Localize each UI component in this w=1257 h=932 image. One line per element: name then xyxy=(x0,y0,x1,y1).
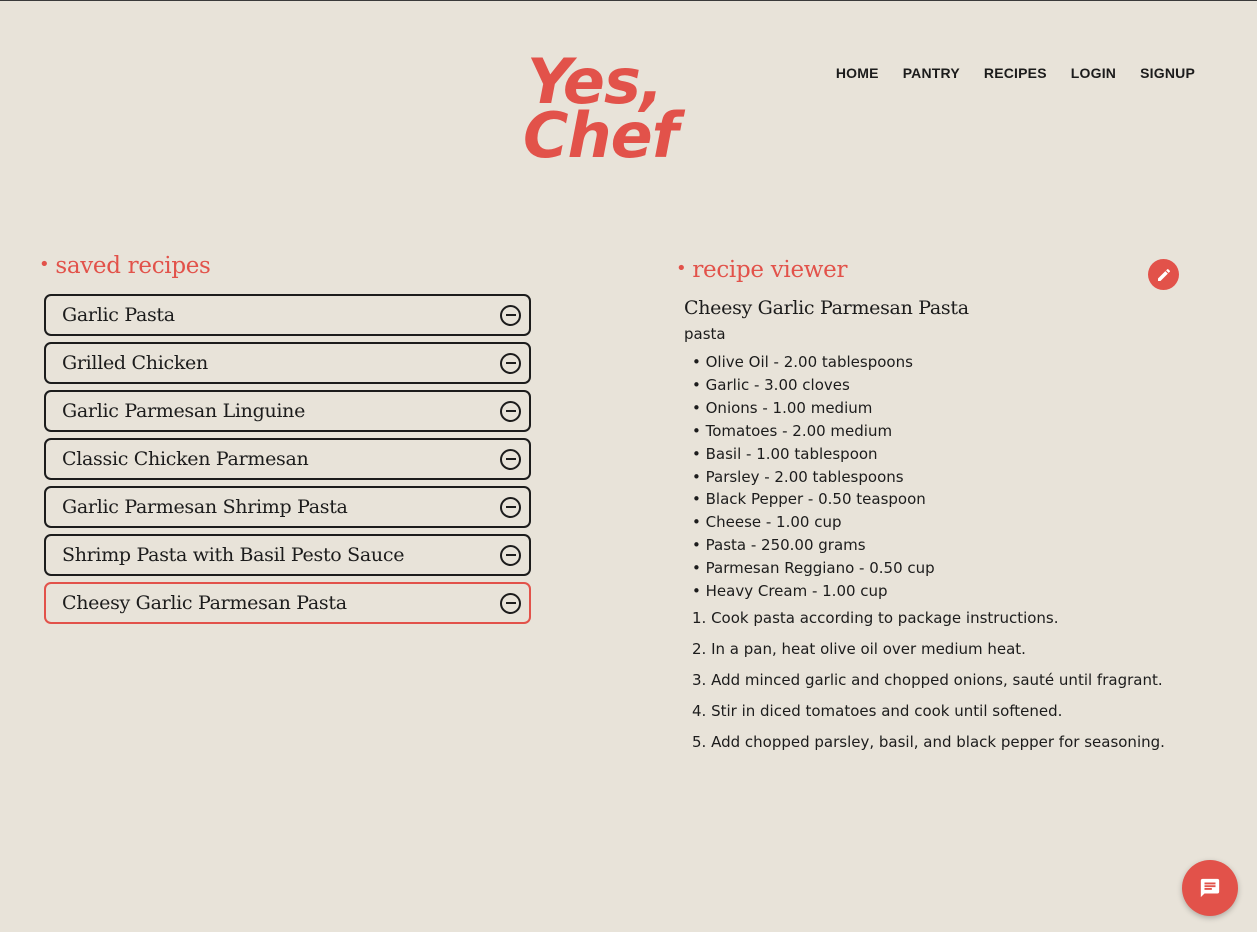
minus-circle-icon[interactable] xyxy=(500,544,521,566)
recipe-viewer-title: recipe viewer xyxy=(692,257,848,283)
saved-recipe-item[interactable]: Garlic Pasta xyxy=(44,294,531,336)
ingredient-item: Pasta - 250.00 grams xyxy=(692,534,1184,557)
step-item: 2. In a pan, heat olive oil over medium … xyxy=(692,639,1026,658)
saved-recipe-name: Garlic Pasta xyxy=(62,304,175,326)
ingredient-item: Parmesan Reggiano - 0.50 cup xyxy=(692,557,1184,580)
ingredient-item: Olive Oil - 2.00 tablespoons xyxy=(692,351,1184,374)
saved-recipe-item[interactable]: Garlic Parmesan Linguine xyxy=(44,390,531,432)
saved-recipe-name: Grilled Chicken xyxy=(62,352,208,374)
saved-recipe-name: Classic Chicken Parmesan xyxy=(62,448,309,470)
bullet: • xyxy=(39,254,50,275)
saved-recipe-item[interactable]: Garlic Parmesan Shrimp Pasta xyxy=(44,486,531,528)
saved-recipe-item[interactable]: Grilled Chicken xyxy=(44,342,531,384)
saved-recipe-item[interactable]: Shrimp Pasta with Basil Pesto Sauce xyxy=(44,534,531,576)
ingredient-item: Basil - 1.00 tablespoon xyxy=(692,443,1184,466)
saved-recipes-heading: • saved recipes xyxy=(39,253,211,279)
nav-signup[interactable]: SIGNUP xyxy=(1140,65,1195,81)
minus-circle-icon[interactable] xyxy=(500,448,521,470)
saved-recipe-item[interactable]: Cheesy Garlic Parmesan Pasta xyxy=(44,582,531,624)
bullet: • xyxy=(676,258,687,279)
saved-recipe-name: Garlic Parmesan Linguine xyxy=(62,400,306,422)
saved-recipe-item[interactable]: Classic Chicken Parmesan xyxy=(44,438,531,480)
page: Yes, Chef HOME PANTRY RECIPES LOGIN SIGN… xyxy=(0,0,1257,932)
step-item: 3. Add minced garlic and chopped onions,… xyxy=(692,670,1163,689)
minus-circle-icon[interactable] xyxy=(500,304,521,326)
nav-recipes[interactable]: RECIPES xyxy=(984,65,1047,81)
saved-recipe-name: Shrimp Pasta with Basil Pesto Sauce xyxy=(62,544,405,566)
nav-pantry[interactable]: PANTRY xyxy=(903,65,960,81)
ingredient-item: Tomatoes - 2.00 medium xyxy=(692,420,1184,443)
ingredient-list: Olive Oil - 2.00 tablespoonsGarlic - 3.0… xyxy=(684,351,1184,603)
nav-login[interactable]: LOGIN xyxy=(1071,65,1116,81)
chat-icon xyxy=(1200,878,1220,898)
logo-line-2: Chef xyxy=(523,99,679,172)
nav-home[interactable]: HOME xyxy=(836,65,879,81)
recipe-viewer-heading: • recipe viewer xyxy=(676,257,847,283)
recipe-title: Cheesy Garlic Parmesan Pasta xyxy=(684,297,969,319)
yes-chef-logo[interactable]: Yes, Chef xyxy=(515,51,750,201)
ingredient-item: Garlic - 3.00 cloves xyxy=(692,374,1184,397)
ingredient-item: Onions - 1.00 medium xyxy=(692,397,1184,420)
step-list: 1. Cook pasta according to package instr… xyxy=(684,609,1184,751)
recipe-viewer: Cheesy Garlic Parmesan Pasta pasta Olive… xyxy=(684,297,1184,763)
chat-button[interactable] xyxy=(1182,860,1238,916)
recipe-category: pasta xyxy=(684,325,726,343)
ingredient-item: Black Pepper - 0.50 teaspoon xyxy=(692,488,1184,511)
minus-circle-icon[interactable] xyxy=(500,400,521,422)
saved-recipes-title: saved recipes xyxy=(55,253,211,279)
pencil-icon xyxy=(1157,268,1170,281)
saved-recipe-name: Cheesy Garlic Parmesan Pasta xyxy=(62,592,347,614)
ingredient-item: Cheese - 1.00 cup xyxy=(692,511,1184,534)
saved-recipes-list: Garlic Pasta Grilled Chicken Garlic Parmes… xyxy=(44,294,531,630)
minus-circle-icon[interactable] xyxy=(500,592,521,614)
minus-circle-icon[interactable] xyxy=(500,352,521,374)
ingredient-item: Heavy Cream - 1.00 cup xyxy=(692,580,1184,603)
step-item: 1. Cook pasta according to package instr… xyxy=(692,608,1059,627)
step-item: 5. Add chopped parsley, basil, and black… xyxy=(692,732,1165,751)
edit-recipe-button[interactable] xyxy=(1148,259,1179,290)
ingredient-item: Parsley - 2.00 tablespoons xyxy=(692,466,1184,489)
minus-circle-icon[interactable] xyxy=(500,496,521,518)
saved-recipe-name: Garlic Parmesan Shrimp Pasta xyxy=(62,496,348,518)
main-nav: HOME PANTRY RECIPES LOGIN SIGNUP xyxy=(836,65,1195,81)
step-item: 4. Stir in diced tomatoes and cook until… xyxy=(692,701,1063,720)
